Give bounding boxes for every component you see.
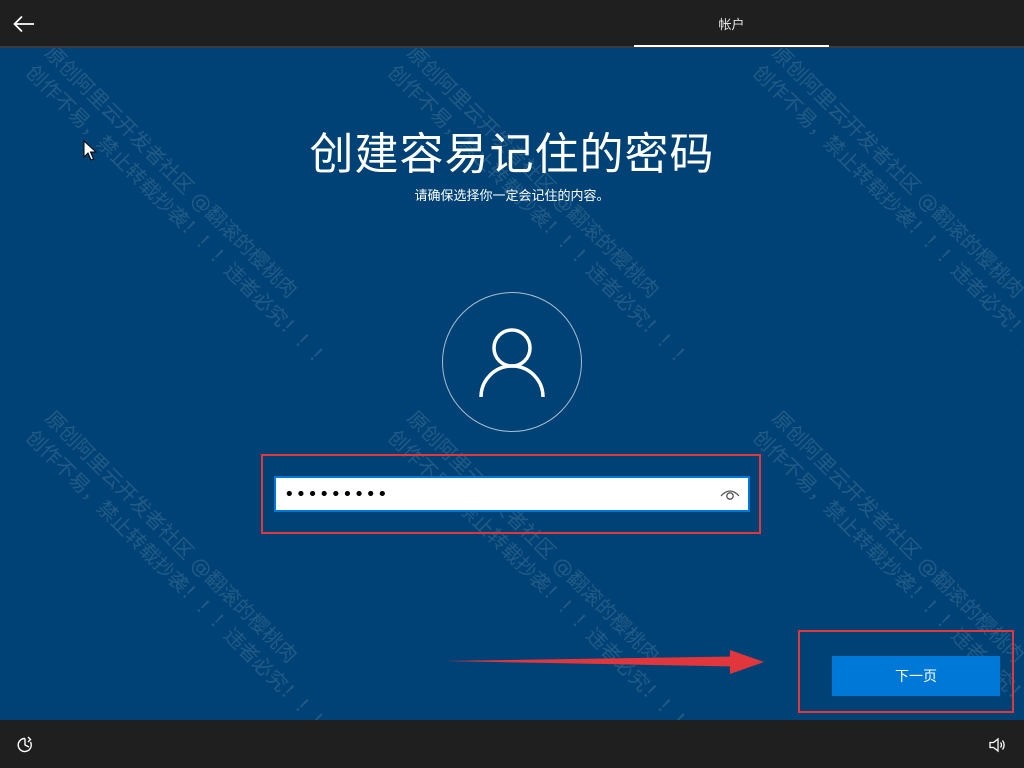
password-field[interactable] <box>274 476 750 512</box>
next-button[interactable]: 下一页 <box>832 656 1000 696</box>
password-input[interactable] <box>284 482 704 506</box>
ease-of-access-icon <box>17 736 32 753</box>
watermark-line: 创作不易，禁止转载抄袭！！！违者必究！！！ <box>748 59 1024 374</box>
tab-account-label: 帐户 <box>718 17 745 33</box>
volume-icon <box>989 737 1005 753</box>
eye-icon <box>720 490 740 500</box>
avatar <box>442 292 582 432</box>
watermark: 原创阿里云开发者社区 @翻滚的樱桃肉 创作不易，禁止转载抄袭！！！违者必究！！！ <box>20 40 355 375</box>
back-button[interactable] <box>10 10 38 38</box>
user-icon <box>479 328 545 398</box>
page-subtitle: 请确保选择你一定会记住的内容。 <box>414 189 610 204</box>
accessibility-button[interactable] <box>14 734 36 756</box>
page-title: 创建容易记住的密码 <box>309 129 715 180</box>
mouse-cursor <box>83 140 97 161</box>
volume-button[interactable] <box>987 734 1009 756</box>
watermark-line: 原创阿里云开发者社区 @翻滚的樱桃肉 <box>40 405 303 668</box>
annotation-arrow <box>444 650 764 674</box>
arrow-left-icon <box>13 15 34 33</box>
bottom-bar <box>0 720 1024 768</box>
top-bar <box>0 0 1024 46</box>
tab-indicator <box>634 45 829 47</box>
reveal-password-button[interactable] <box>716 482 744 506</box>
top-bar-divider <box>0 46 1024 48</box>
tab-account: 帐户 <box>634 0 829 46</box>
watermark-line: 创作不易，禁止转载抄袭！！！违者必究！！！ <box>21 59 336 374</box>
watermark: 原创阿里云开发者社区 @翻滚的樱桃肉 创作不易，禁止转载抄袭！！！违者必究！！！ <box>747 40 1024 375</box>
